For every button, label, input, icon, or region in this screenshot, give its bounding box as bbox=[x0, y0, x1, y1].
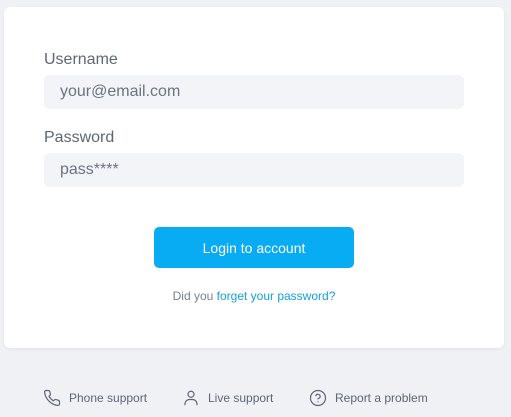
support-footer: Phone support Live support Report a prob… bbox=[0, 387, 511, 409]
phone-icon bbox=[43, 389, 61, 407]
phone-support-link[interactable]: Phone support bbox=[43, 387, 147, 409]
user-icon bbox=[184, 390, 198, 406]
password-label: Password bbox=[44, 129, 115, 146]
login-card: Username Password Login to account Did y… bbox=[4, 7, 504, 348]
username-input[interactable] bbox=[44, 75, 464, 109]
live-support-label: Live support bbox=[208, 391, 274, 405]
forgot-password-link[interactable]: forget your password? bbox=[217, 289, 336, 303]
help-circle-icon bbox=[309, 389, 327, 407]
report-problem-label: Report a problem bbox=[335, 391, 428, 405]
password-input[interactable] bbox=[44, 153, 464, 187]
forgot-password-text: Did you forget your password? bbox=[4, 289, 504, 303]
forgot-password-prefix: Did you bbox=[172, 289, 217, 303]
login-button[interactable]: Login to account bbox=[154, 227, 354, 268]
report-problem-link[interactable]: Report a problem bbox=[309, 387, 428, 409]
live-support-link[interactable]: Live support bbox=[182, 387, 273, 409]
username-label: Username bbox=[44, 51, 118, 68]
phone-support-label: Phone support bbox=[69, 391, 148, 405]
